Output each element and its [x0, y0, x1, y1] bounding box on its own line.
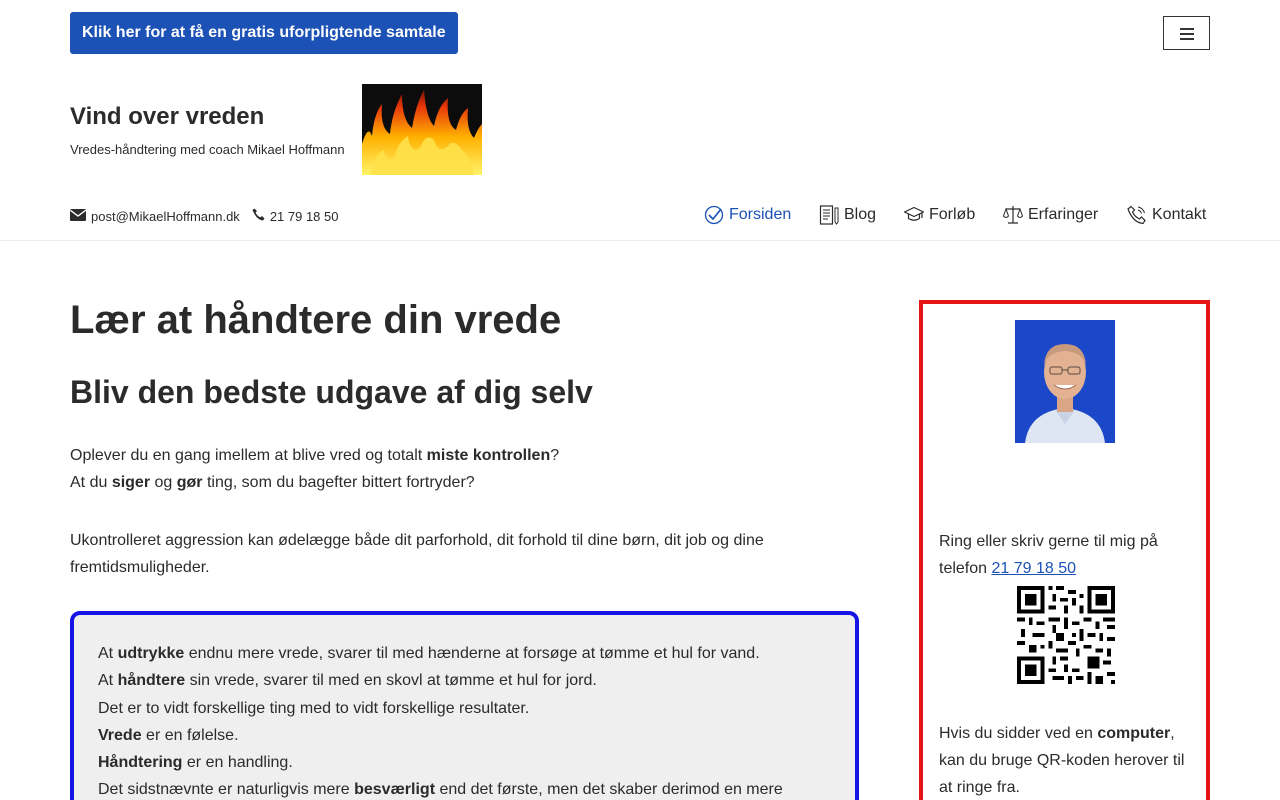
phone-icon: [252, 208, 265, 224]
page-title: Lær at håndtere din vrede: [70, 298, 562, 342]
box-line: At udtrykke endnu mere vrede, svarer til…: [98, 645, 760, 662]
phone-icon: [1127, 205, 1147, 225]
check-circle-icon: [704, 205, 724, 225]
page-subtitle: Bliv den bedste udgave af dig selv: [70, 374, 593, 410]
box-line: Det sidstnævnte er naturligvis mere besv…: [98, 781, 783, 798]
nav-item-erfaringer[interactable]: Erfaringer: [1002, 205, 1099, 225]
contact-sidebar: Ring eller skriv gerne til mig på telefo…: [919, 300, 1210, 800]
nav-item-forsiden[interactable]: Forsiden: [704, 205, 791, 225]
nav-item-blog[interactable]: Blog: [819, 205, 876, 225]
box-line: Det er to vidt forskellige ting med to v…: [98, 700, 530, 717]
site-tagline: Vredes-håndtering med coach Mikael Hoffm…: [70, 142, 345, 157]
scales-icon: [1002, 205, 1024, 225]
header-divider: [0, 240, 1280, 241]
highlight-box: At udtrykke endnu mere vrede, svarer til…: [70, 611, 859, 800]
nav-label: Erfaringer: [1028, 206, 1099, 223]
contact-info: post@MikaelHoffmann.dk 21 79 18 50: [69, 208, 351, 224]
nav-label: Forløb: [929, 206, 976, 223]
nav-item-kontakt[interactable]: Kontakt: [1127, 205, 1206, 225]
coach-portrait: [1015, 320, 1115, 443]
qr-code-icon: [1017, 586, 1115, 684]
intro-paragraph: Oplever du en gang imellem at blive vred…: [70, 442, 830, 496]
box-line: Håndtering er en handling.: [98, 754, 293, 771]
nav-label: Blog: [844, 206, 877, 223]
qr-explanation: Hvis du sidder ved en computer, kan du b…: [939, 725, 1185, 796]
document-icon: [819, 205, 839, 225]
envelope-icon: [69, 208, 87, 224]
nav-label: Forsiden: [729, 206, 792, 223]
free-consultation-button[interactable]: Klik her for at få en gratis uforpligten…: [70, 12, 458, 54]
nav-label: Kontakt: [1152, 206, 1207, 223]
intro-line-1: Oplever du en gang imellem at blive vred…: [70, 447, 560, 464]
box-line: At håndtere sin vrede, svarer til med en…: [98, 672, 597, 689]
fire-logo[interactable]: [362, 84, 482, 175]
nav-item-forloeb[interactable]: Forløb: [903, 205, 976, 225]
sidebar-phone-link[interactable]: 21 79 18 50: [991, 560, 1076, 577]
aggression-paragraph: Ukontrolleret aggression kan ødelægge bå…: [70, 532, 764, 576]
menu-toggle-button[interactable]: [1163, 16, 1210, 50]
intro-line-2: At du siger og gør ting, som du bagefter…: [70, 474, 475, 491]
email-link[interactable]: post@MikaelHoffmann.dk: [91, 209, 240, 224]
site-title[interactable]: Vind over vreden: [70, 103, 264, 131]
phone-number[interactable]: 21 79 18 50: [270, 209, 339, 224]
call-text: Ring eller skriv gerne til mig på telefo…: [939, 533, 1158, 577]
graduation-cap-icon: [903, 205, 925, 225]
box-line: Vrede er en følelse.: [98, 727, 239, 744]
